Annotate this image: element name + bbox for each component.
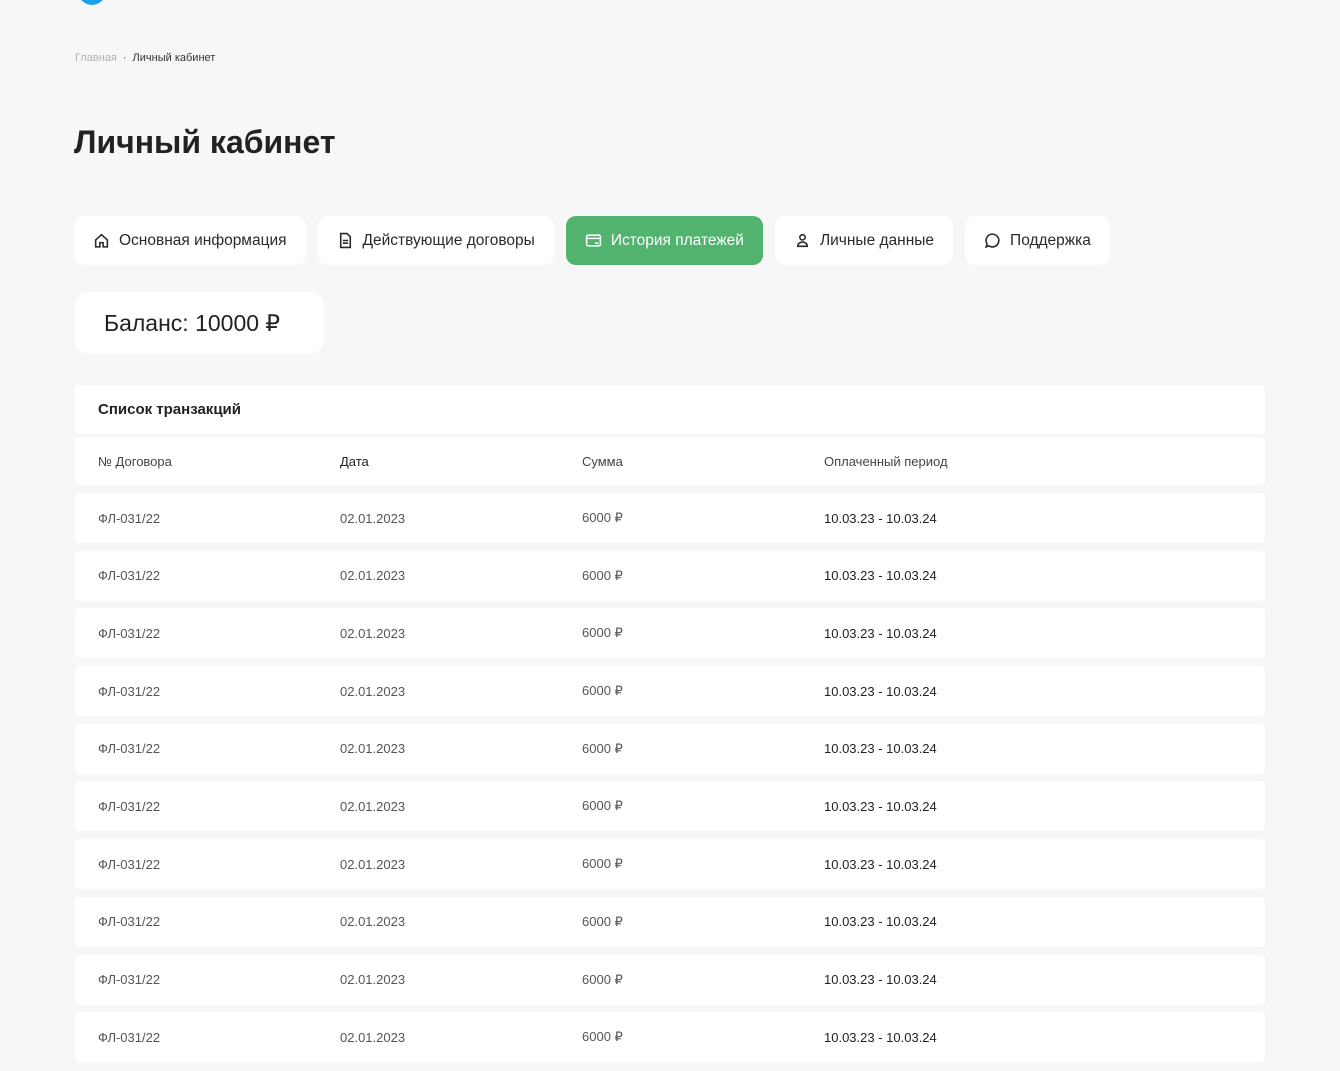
cell-contract: ФЛ-031/22 [98, 510, 161, 526]
tab-label: Личные данные [819, 231, 935, 249]
breadcrumb-separator: · [122, 52, 127, 64]
tab-contracts[interactable]: Действующие договоры [317, 216, 554, 265]
cell-amount: 6000 ₽ [582, 971, 623, 987]
chat-icon [984, 233, 1000, 249]
breadcrumb: Главная · Личный кабинет [75, 52, 215, 64]
table-row[interactable]: ФЛ-031/22 02.01.2023 6000 ₽ 10.03.23 - 10.0… [75, 493, 1265, 543]
table-title: Список транзакций [75, 385, 1265, 434]
transactions-table: Список транзакций № Договора Дата Сумма … [75, 385, 1265, 1070]
cell-date: 02.01.2023 [340, 856, 406, 872]
cell-contract: ФЛ-031/22 [98, 625, 161, 641]
cell-contract: ФЛ-031/22 [98, 798, 161, 814]
table-row[interactable]: ФЛ-031/22 02.01.2023 6000 ₽ 10.03.23 - 10.0… [75, 550, 1265, 601]
cell-date: 02.01.2023 [340, 798, 406, 814]
cell-amount: 6000 ₽ [582, 510, 623, 525]
cell-amount: 6000 ₽ [582, 856, 623, 872]
user-icon [796, 233, 809, 248]
tabs: Основная информация Действующие договоры… [74, 216, 1110, 265]
cell-contract: ФЛ-031/22 [98, 1029, 161, 1045]
cell-amount: 6000 ₽ [582, 683, 623, 699]
cell-contract: ФЛ-031/22 [98, 972, 161, 987]
breadcrumb-home-link[interactable]: Главная [75, 52, 117, 64]
cell-date: 02.01.2023 [340, 510, 406, 526]
table-row[interactable]: ФЛ-031/22 02.01.2023 6000 ₽ 10.03.23 - 10.0… [75, 1012, 1265, 1063]
cell-amount: 6000 ₽ [582, 567, 623, 583]
balance-card: Баланс: 10000 ₽ [75, 292, 324, 354]
cell-amount: 6000 ₽ [582, 740, 623, 756]
cell-period: 10.03.23 - 10.03.24 [824, 1029, 937, 1045]
table-row[interactable]: ФЛ-031/22 02.01.2023 6000 ₽ 10.03.23 - 10.0… [75, 608, 1265, 659]
table-row[interactable]: ФЛ-031/22 02.01.2023 6000 ₽ 10.03.23 - 10.0… [75, 666, 1265, 717]
cell-contract: ФЛ-031/22 [98, 741, 161, 757]
cell-period: 10.03.23 - 10.03.24 [824, 972, 937, 987]
cell-period: 10.03.23 - 10.03.24 [824, 741, 937, 757]
table-row[interactable]: ФЛ-031/22 02.01.2023 6000 ₽ 10.03.23 - 10.0… [75, 723, 1265, 774]
balance-value: Баланс: 10000 ₽ [104, 309, 281, 336]
table-row[interactable]: ФЛ-031/22 02.01.2023 6000 ₽ 10.03.23 - 10.0… [75, 896, 1265, 947]
cell-date: 02.01.2023 [340, 741, 406, 757]
cell-contract: ФЛ-031/22 [98, 683, 161, 699]
tab-payment-history[interactable]: История платежей [565, 216, 763, 265]
table-row[interactable]: ФЛ-031/22 02.01.2023 6000 ₽ 10.03.23 - 10.0… [75, 954, 1265, 1005]
cell-amount: 6000 ₽ [582, 1029, 623, 1045]
table-header: № Договора Дата Сумма Оплаченный период [75, 437, 1265, 485]
document-icon [339, 232, 351, 249]
cell-date: 02.01.2023 [340, 625, 406, 641]
cell-amount: 6000 ₽ [582, 625, 623, 641]
table-body: ФЛ-031/22 02.01.2023 6000 ₽ 10.03.23 - 10.0… [75, 493, 1265, 1063]
cell-period: 10.03.23 - 10.03.24 [824, 510, 937, 526]
tab-support[interactable]: Поддержка [965, 216, 1110, 265]
cell-contract: ФЛ-031/22 [98, 856, 161, 872]
logo[interactable] [78, 0, 106, 5]
page-title: Личный кабинет [74, 124, 336, 160]
cell-contract: ФЛ-031/22 [98, 568, 161, 584]
cell-date: 02.01.2023 [340, 914, 406, 930]
cell-contract: ФЛ-031/22 [98, 914, 161, 930]
home-icon [94, 233, 109, 248]
breadcrumb-current: Личный кабинет [132, 52, 216, 64]
tab-label: Поддержка [1010, 231, 1091, 249]
table-row[interactable]: ФЛ-031/22 02.01.2023 6000 ₽ 10.03.23 - 10.0… [75, 839, 1265, 890]
column-header-contract: № Договора [98, 453, 172, 469]
cell-period: 10.03.23 - 10.03.24 [824, 568, 937, 584]
column-header-date: Дата [340, 453, 369, 469]
cell-date: 02.01.2023 [340, 568, 406, 584]
cell-amount: 6000 ₽ [582, 913, 623, 929]
cell-date: 02.01.2023 [340, 683, 406, 699]
cell-period: 10.03.23 - 10.03.24 [824, 625, 937, 641]
table-row[interactable]: ФЛ-031/22 02.01.2023 6000 ₽ 10.03.23 - 10.0… [75, 781, 1265, 832]
cell-period: 10.03.23 - 10.03.24 [824, 798, 937, 814]
tab-main-info[interactable]: Основная информация [74, 216, 306, 265]
cell-date: 02.01.2023 [340, 972, 406, 987]
cell-period: 10.03.23 - 10.03.24 [824, 683, 937, 699]
cell-period: 10.03.23 - 10.03.24 [824, 856, 937, 872]
tab-label: Действующие договоры [362, 231, 535, 249]
column-header-period: Оплаченный период [824, 453, 948, 469]
column-header-amount: Сумма [582, 453, 623, 469]
cell-period: 10.03.23 - 10.03.24 [824, 914, 937, 930]
tab-personal-data[interactable]: Личные данные [774, 216, 954, 265]
cell-amount: 6000 ₽ [582, 798, 623, 814]
tab-label: История платежей [610, 231, 744, 249]
tab-label: Основная информация [119, 231, 287, 249]
cell-date: 02.01.2023 [340, 1029, 406, 1045]
card-icon [585, 234, 602, 247]
